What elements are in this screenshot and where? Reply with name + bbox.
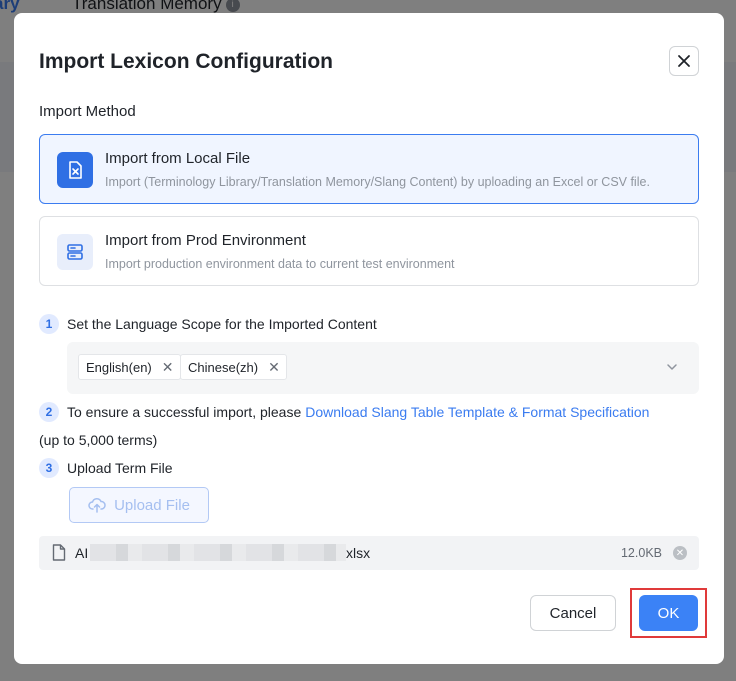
close-icon <box>678 55 690 67</box>
redacted-filename <box>90 544 346 561</box>
method-prod-environment-description: Import production environment data to cu… <box>105 257 455 271</box>
method-prod-environment-card[interactable]: Import from Prod Environment Import prod… <box>39 216 699 286</box>
step-2-badge: 2 <box>39 402 59 422</box>
cloud-upload-icon <box>88 497 106 513</box>
file-size: 12.0KB <box>620 546 662 560</box>
step-2-label: To ensure a successful import, please <box>67 404 302 420</box>
step-3-badge: 3 <box>39 458 59 478</box>
method-prod-environment-title: Import from Prod Environment <box>105 232 306 249</box>
chevron-down-icon <box>667 364 677 370</box>
language-tag-label: Chinese(zh) <box>188 359 259 375</box>
method-local-file-title: Import from Local File <box>105 150 251 167</box>
step-1-text: Set the Language Scope for the Imported … <box>67 316 377 332</box>
method-local-file-description: Import (Terminology Library/Translation … <box>105 175 650 189</box>
language-tag-english: English(en) ✕ <box>78 354 181 380</box>
ok-button[interactable]: OK <box>639 595 698 631</box>
language-tag-label: English(en) <box>86 359 152 375</box>
step-1-badge: 1 <box>39 314 59 334</box>
step-2-text: To ensure a successful import, please Dow… <box>67 404 649 420</box>
dialog-title: Import Lexicon Configuration <box>39 50 333 73</box>
download-template-link[interactable]: Download Slang Table Template & Format S… <box>305 404 649 420</box>
file-name-start: AI <box>75 545 89 561</box>
file-icon <box>52 544 66 561</box>
server-icon <box>57 234 93 270</box>
language-scope-select[interactable]: English(en) ✕ Chinese(zh) ✕ <box>67 342 699 394</box>
excel-file-icon <box>57 152 93 188</box>
remove-tag-icon[interactable]: ✕ <box>268 359 280 376</box>
remove-tag-icon[interactable]: ✕ <box>162 359 174 376</box>
remove-file-icon[interactable]: ✕ <box>673 546 687 560</box>
language-tag-chinese: Chinese(zh) ✕ <box>180 354 287 380</box>
upload-file-label: Upload File <box>114 496 190 514</box>
method-local-file-card[interactable]: Import from Local File Import (Terminolo… <box>39 134 699 204</box>
uploaded-file-row: AI xlsx 12.0KB ✕ <box>39 536 699 570</box>
close-button[interactable] <box>669 46 699 76</box>
step-2-note: (up to 5,000 terms) <box>39 432 158 448</box>
cancel-button[interactable]: Cancel <box>530 595 616 631</box>
file-name-extension: xlsx <box>346 545 371 561</box>
import-method-label: Import Method <box>39 103 136 120</box>
import-lexicon-dialog: Import Lexicon Configuration Import Meth… <box>14 13 724 664</box>
step-3-text: Upload Term File <box>67 460 173 476</box>
upload-file-button[interactable]: Upload File <box>69 487 209 523</box>
